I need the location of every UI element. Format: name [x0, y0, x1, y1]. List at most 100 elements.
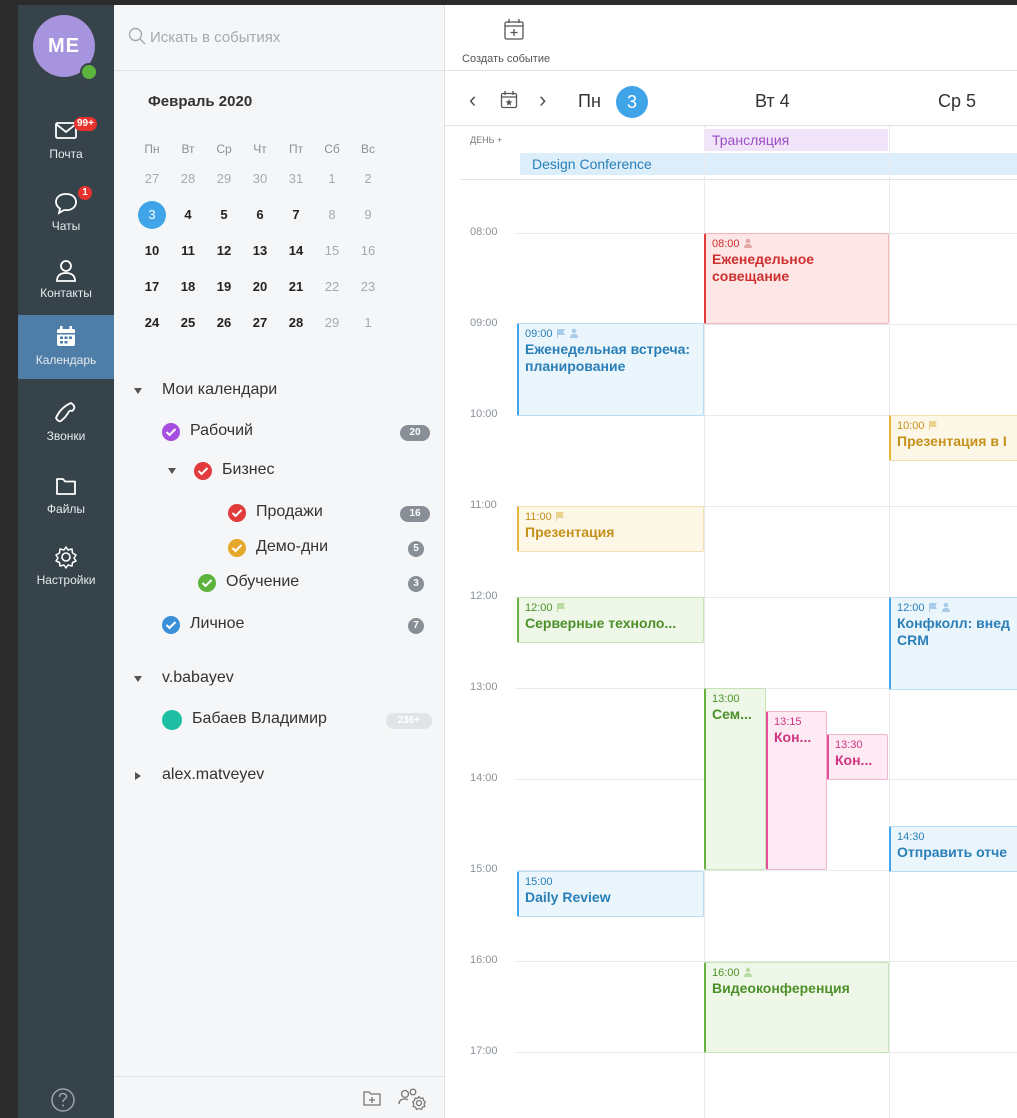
mini-calendar-day[interactable]: 20 [242, 273, 278, 301]
mini-calendar-day[interactable]: 7 [278, 201, 314, 229]
check-circle-icon[interactable] [198, 574, 216, 592]
help-icon[interactable] [50, 1087, 76, 1113]
event-card[interactable]: 08:00 Еженедельное совещание [704, 233, 889, 324]
nav-item-files[interactable]: Файлы [18, 464, 114, 528]
today-date-badge[interactable]: 3 [616, 86, 648, 118]
mini-calendar-day[interactable]: 1 [350, 309, 386, 337]
mini-calendar-day[interactable]: 21 [278, 273, 314, 301]
flag-icon [555, 512, 564, 521]
calendar-item-training[interactable]: Обучение 3 [198, 571, 434, 597]
nav-item-contacts[interactable]: Контакты [18, 248, 114, 312]
mini-calendar-day[interactable]: 13 [242, 237, 278, 265]
calendar-label: Бизнес [222, 461, 275, 478]
mini-calendar-day[interactable]: 30 [242, 165, 278, 193]
nav-item-mail[interactable]: 99+ Почта [18, 109, 114, 173]
mini-calendar-day[interactable]: 16 [350, 237, 386, 265]
check-circle-icon[interactable] [162, 423, 180, 441]
mini-calendar-day[interactable]: 25 [170, 309, 206, 337]
day-label-wed[interactable]: Ср 5 [938, 91, 976, 112]
today-calendar-icon[interactable] [500, 90, 518, 109]
event-card[interactable]: 11:00 Презентация [517, 506, 704, 552]
mini-calendar-day[interactable]: 29 [314, 309, 350, 337]
event-card[interactable]: 13:00 Сем... [704, 688, 766, 870]
calendar-label: Обучение [226, 573, 300, 590]
mini-calendar-day[interactable]: 1 [314, 165, 350, 193]
event-card[interactable]: 14:30 Отправить отче [889, 826, 1017, 872]
person-icon [743, 967, 752, 977]
create-event-button[interactable]: Создать событие [455, 5, 575, 71]
calendar-group-business[interactable]: Бизнес [168, 459, 288, 485]
calendar-item-personal[interactable]: Личное 7 [162, 613, 434, 639]
mini-calendar-day[interactable]: 3 [134, 201, 170, 229]
event-card[interactable]: 09:00 Еженедельная встреча: планирование [517, 323, 704, 416]
hour-label: 11:00 [470, 499, 497, 511]
mini-calendar-day[interactable]: 2 [350, 165, 386, 193]
search-icon [128, 27, 146, 45]
event-time: 16:00 [712, 967, 740, 979]
calendar-item-demo[interactable]: Демо-дни 5 [228, 536, 434, 562]
calendar-settings-icon[interactable] [396, 1087, 430, 1111]
nav-item-chats[interactable]: 1 Чаты [18, 181, 114, 245]
mini-calendar-day[interactable]: 26 [206, 309, 242, 337]
event-card[interactable]: 10:00 Презентация в I [889, 415, 1017, 461]
calendar-item-sales[interactable]: Продажи 16 [228, 501, 434, 527]
allday-label[interactable]: ДЕНЬ + [470, 135, 502, 145]
mini-calendar-day[interactable]: 8 [314, 201, 350, 229]
event-title: Daily Review [525, 889, 611, 905]
check-circle-icon[interactable] [162, 616, 180, 634]
mini-calendar-day[interactable]: 14 [278, 237, 314, 265]
next-arrow-icon[interactable]: › [539, 89, 546, 111]
event-card[interactable]: 12:00 Конфколл: внед CRM [889, 597, 1017, 690]
event-card[interactable]: 13:30 Кон... [827, 734, 888, 780]
mini-calendar-day[interactable]: 27 [134, 165, 170, 193]
count-badge: 236+ [386, 713, 432, 729]
weekday-header: Ср [216, 142, 232, 156]
mini-calendar-day[interactable]: 27 [242, 309, 278, 337]
mini-calendar-day[interactable]: 5 [206, 201, 242, 229]
mini-calendar-day[interactable]: 17 [134, 273, 170, 301]
nav-item-settings[interactable]: Настройки [18, 535, 114, 599]
event-card[interactable]: 15:00 Daily Review [517, 871, 704, 917]
mini-calendar-day[interactable]: 15 [314, 237, 350, 265]
person-icon [743, 238, 752, 248]
day-label-mon[interactable]: Пн [578, 91, 601, 112]
day-label-tue[interactable]: Вт 4 [755, 91, 790, 112]
mini-calendar-day[interactable]: 29 [206, 165, 242, 193]
event-card[interactable]: 16:00 Видеоконференция [704, 962, 889, 1053]
mini-calendar-day[interactable]: 12 [206, 237, 242, 265]
mini-calendar-day[interactable]: 28 [278, 309, 314, 337]
weekday-header: Пн [144, 142, 160, 156]
event-time: 12:00 [525, 602, 553, 614]
check-circle-icon[interactable] [228, 504, 246, 522]
event-card[interactable]: 13:15 Кон... [766, 711, 827, 870]
mini-calendar-day[interactable]: 22 [314, 273, 350, 301]
mini-calendar-day[interactable]: 23 [350, 273, 386, 301]
mini-calendar-day[interactable]: 10 [134, 237, 170, 265]
mini-calendar-day[interactable]: 19 [206, 273, 242, 301]
search-bar[interactable]: Искать в событиях [114, 5, 445, 71]
allday-event-design-conference[interactable]: Design Conference [520, 153, 1017, 175]
weekday-header: Чт [253, 142, 267, 156]
prev-arrow-icon[interactable]: ‹ [469, 89, 476, 111]
mini-calendar-day[interactable]: 11 [170, 237, 206, 265]
add-folder-icon[interactable] [362, 1089, 382, 1107]
mini-calendar-day[interactable]: 28 [170, 165, 206, 193]
mini-calendar-day[interactable]: 18 [170, 273, 206, 301]
calendar-item-work[interactable]: Рабочий 20 [162, 420, 432, 446]
allday-event-broadcast[interactable]: Трансляция [704, 129, 888, 151]
person-icon [941, 602, 950, 612]
mini-calendar-day[interactable]: 9 [350, 201, 386, 229]
mini-calendar-day[interactable]: 24 [134, 309, 170, 337]
calendar-color-dot[interactable] [162, 710, 182, 730]
check-circle-icon[interactable] [194, 462, 212, 480]
event-card[interactable]: 12:00 Серверные техноло... [517, 597, 704, 643]
check-circle-icon[interactable] [228, 539, 246, 557]
mini-calendar-day[interactable]: 4 [170, 201, 206, 229]
nav-item-calendar[interactable]: Календарь [18, 315, 114, 379]
event-time: 13:00 [712, 693, 740, 705]
mini-calendar-day[interactable]: 31 [278, 165, 314, 193]
nav-item-calls[interactable]: Звонки [18, 391, 114, 455]
calendar-item-babaev[interactable]: Бабаев Владимир 236+ [162, 708, 434, 734]
mini-calendar-day[interactable]: 6 [242, 201, 278, 229]
search-input[interactable]: Искать в событиях [150, 29, 280, 46]
